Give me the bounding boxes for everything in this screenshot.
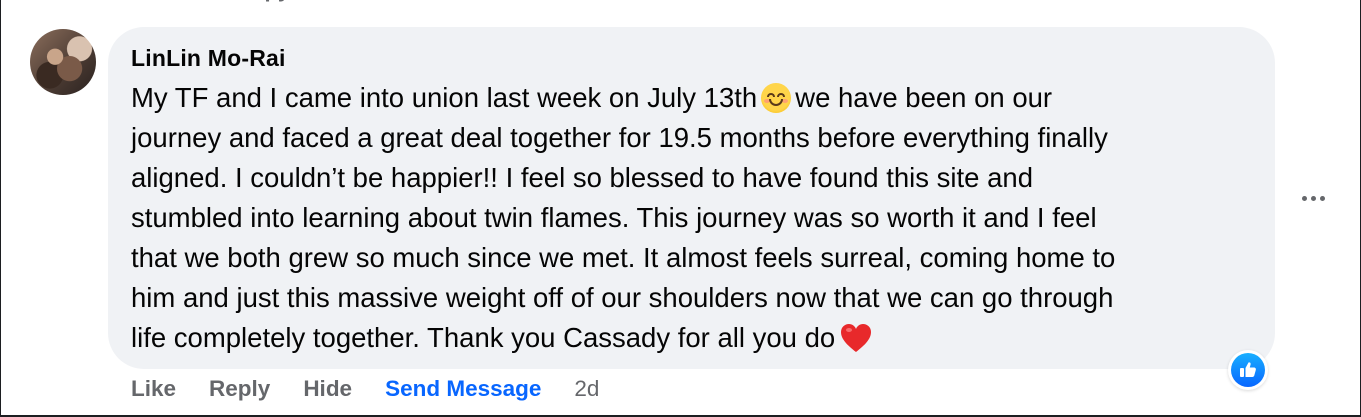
comment-line-2: journey and faced a great deal together …: [131, 122, 1108, 153]
previous-comment-actions-clipped: py: [130, 0, 310, 6]
thumbs-up-icon: [1240, 362, 1256, 377]
hide-button[interactable]: Hide: [303, 376, 352, 402]
like-button[interactable]: Like: [131, 376, 176, 402]
comment-line-1: My TF and I came into union last week on…: [131, 82, 1053, 113]
smiling-face-emoji-icon: [761, 83, 792, 113]
comment-body: My TF and I came into union last week on…: [131, 78, 1256, 358]
comment-actions: Like Reply Hide Send Message 2d: [131, 374, 632, 404]
more-options-icon[interactable]: [1296, 186, 1330, 210]
red-heart-emoji-icon: [841, 324, 872, 352]
comment-line-6: him and just this massive weight off of …: [131, 282, 1114, 313]
comment-author[interactable]: LinLin Mo-Rai: [131, 45, 286, 72]
comment-line-4: stumbled into learning about twin flames…: [131, 202, 1097, 233]
avatar[interactable]: [30, 29, 96, 95]
comment-line-5: that we both grew so much since we met. …: [131, 242, 1116, 273]
send-message-button[interactable]: Send Message: [385, 376, 541, 402]
comment-timestamp[interactable]: 2d: [574, 376, 599, 402]
like-reaction-badge[interactable]: [1228, 350, 1268, 390]
comment-line-3: aligned. I couldn’t be happier!! I feel …: [131, 162, 1033, 193]
reply-button[interactable]: Reply: [209, 376, 270, 402]
comment-line-7: life completely together. Thank you Cass…: [131, 318, 1256, 358]
